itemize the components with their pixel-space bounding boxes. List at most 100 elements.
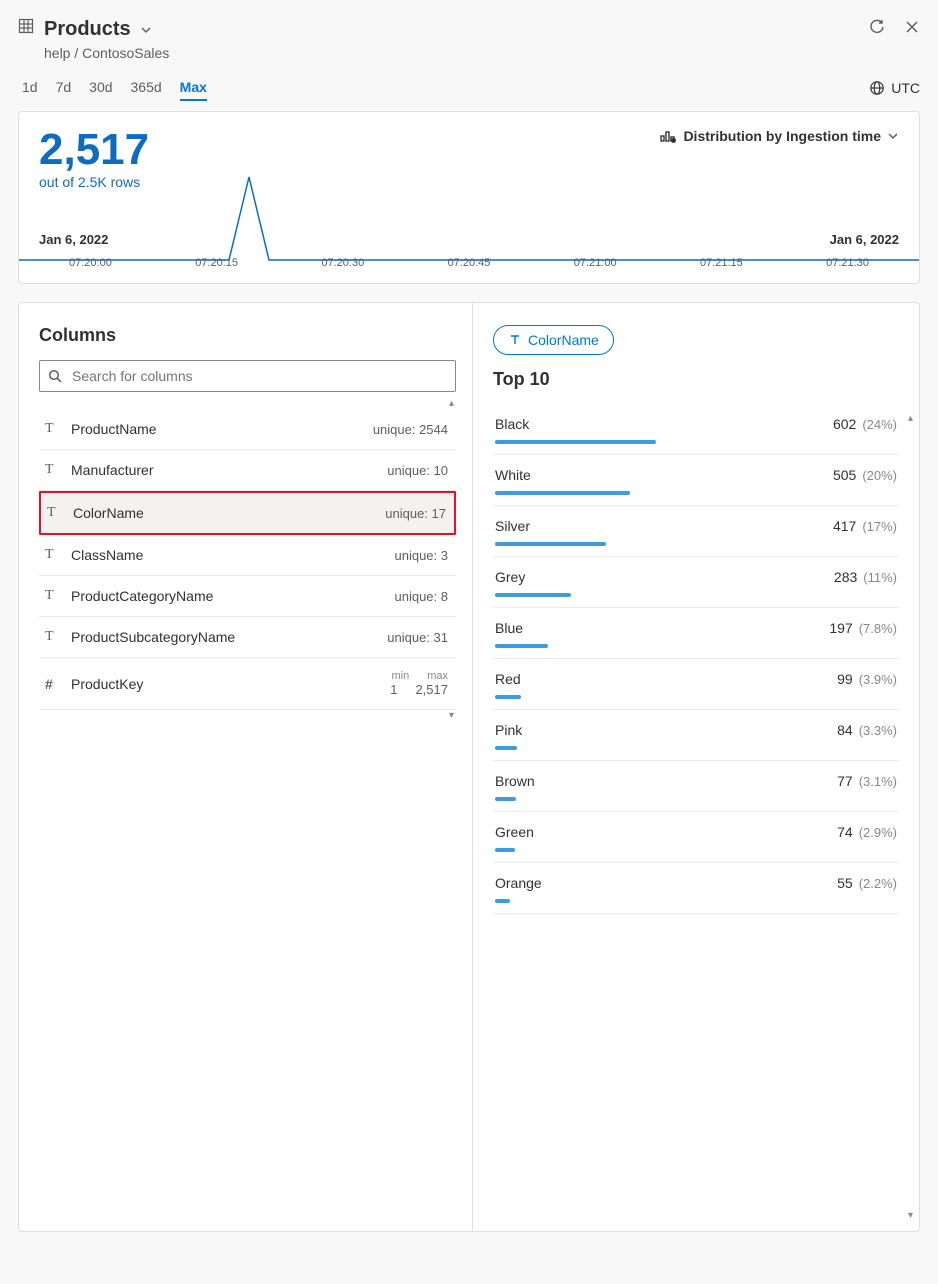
time-tab-max[interactable]: Max [180, 75, 207, 101]
bar-percent: (11%) [863, 570, 897, 585]
search-icon [48, 369, 62, 383]
number-type-icon: # [45, 676, 61, 692]
text-type-icon: T [45, 547, 61, 563]
bar-row: Brown77(3.1%) [493, 761, 899, 812]
column-row[interactable]: TManufacturerunique: 10 [39, 450, 456, 491]
date-end: Jan 6, 2022 [830, 232, 899, 247]
column-row[interactable]: TClassNameunique: 3 [39, 535, 456, 576]
bar-percent: (3.3%) [859, 723, 897, 738]
text-type-icon: T [45, 629, 61, 645]
axis-tick: 07:21:15 [700, 257, 743, 269]
bar-row: Pink84(3.3%) [493, 710, 899, 761]
column-row[interactable]: T ProductSubcategoryName unique: 31 [39, 617, 456, 658]
search-input[interactable] [39, 360, 456, 392]
text-type-icon: T [45, 462, 61, 478]
distribution-icon [659, 128, 677, 144]
bar-value: 77 [837, 773, 853, 789]
bar-percent: (24%) [862, 417, 897, 432]
bar-fill [495, 440, 656, 444]
top-title: Top 10 [493, 369, 899, 390]
bar-value: 55 [837, 875, 853, 891]
bar-percent: (2.9%) [859, 825, 897, 840]
time-range-tabs: 1d 7d 30d 365d Max [18, 75, 207, 101]
bar-fill [495, 797, 516, 801]
bar-label: Orange [495, 875, 542, 891]
column-meta: unique: 31 [387, 630, 448, 645]
columns-title: Columns [39, 325, 456, 346]
axis-tick: 07:20:30 [321, 257, 364, 269]
column-row[interactable]: T ProductName unique: 2544 [39, 409, 456, 450]
page-title: Products [44, 18, 131, 41]
bar-row: Green74(2.9%) [493, 812, 899, 863]
globe-icon [869, 80, 885, 96]
axis-tick: 07:21:30 [826, 257, 869, 269]
bar-label: White [495, 467, 531, 483]
bar-row: Blue197(7.8%) [493, 608, 899, 659]
bar-value: 74 [837, 824, 853, 840]
time-tab-365d[interactable]: 365d [131, 75, 162, 101]
bar-value: 602 [833, 416, 856, 432]
bar-label: Black [495, 416, 529, 432]
column-meta: unique: 2544 [373, 422, 448, 437]
bar-percent: (2.2%) [859, 876, 897, 891]
text-type-icon: T [45, 421, 61, 437]
row-count: 2,517 [39, 128, 149, 172]
column-name: ColorName [73, 505, 144, 521]
column-meta: unique: 8 [395, 589, 449, 604]
table-icon [18, 18, 34, 34]
chevron-down-icon[interactable] [139, 23, 153, 37]
close-icon[interactable] [904, 19, 920, 35]
axis-tick: 07:20:00 [69, 257, 112, 269]
column-meta: unique: 17 [385, 506, 446, 521]
bar-value: 84 [837, 722, 853, 738]
bar-value: 99 [837, 671, 853, 687]
top-values-list: Black602(24%)White505(20%)Silver417(17%)… [493, 404, 899, 914]
bar-row: White 505 (20%) [493, 455, 899, 506]
breadcrumb: help / ContosoSales [44, 45, 169, 61]
column-name: ProductKey [71, 676, 143, 692]
time-tab-1d[interactable]: 1d [22, 75, 38, 101]
bar-fill [495, 593, 571, 597]
time-axis: 07:20:00 07:20:15 07:20:30 07:20:45 07:21:00… [39, 257, 899, 269]
bar-fill [495, 644, 548, 648]
column-meta: minmax12,517 [390, 670, 448, 697]
distribution-dropdown[interactable]: Distribution by Ingestion time [659, 128, 899, 144]
bar-fill [495, 746, 517, 750]
time-tab-30d[interactable]: 30d [89, 75, 112, 101]
chip-label: ColorName [528, 332, 599, 348]
bar-value: 283 [834, 569, 857, 585]
bar-value: 505 [833, 467, 856, 483]
bar-label: Red [495, 671, 521, 687]
distribution-label: Distribution by Ingestion time [683, 128, 881, 144]
axis-tick: 07:21:00 [574, 257, 617, 269]
column-name: ProductName [71, 421, 157, 437]
selected-column-chip[interactable]: ColorName [493, 325, 614, 355]
column-list: T ProductName unique: 2544 TManufactureruni… [39, 409, 456, 710]
bar-fill [495, 542, 606, 546]
bar-label: Silver [495, 518, 530, 534]
bar-row: Orange 55 (2.2%) [493, 863, 899, 914]
text-type-icon: T [47, 505, 63, 521]
axis-tick: 07:20:15 [195, 257, 238, 269]
bar-label: Grey [495, 569, 525, 585]
bar-fill [495, 695, 521, 699]
column-row[interactable]: # ProductKey minmax12,517 [39, 658, 456, 710]
column-row[interactable]: TProductCategoryNameunique: 8 [39, 576, 456, 617]
bar-row: Black 602 (24%) [493, 404, 899, 455]
date-start: Jan 6, 2022 [39, 232, 108, 247]
column-name: ProductSubcategoryName [71, 629, 235, 645]
column-row[interactable]: T ColorName unique: 17 [39, 491, 456, 535]
bar-label: Blue [495, 620, 523, 636]
bar-percent: (17%) [862, 519, 897, 534]
bar-fill [495, 848, 515, 852]
bar-label: Brown [495, 773, 535, 789]
bar-percent: (20%) [862, 468, 897, 483]
time-tab-7d[interactable]: 7d [56, 75, 72, 101]
timezone-label: UTC [891, 80, 920, 96]
bar-row: Grey 283 (11%) [493, 557, 899, 608]
column-meta: unique: 3 [395, 548, 449, 563]
timezone-selector[interactable]: UTC [869, 80, 920, 96]
column-name: ProductCategoryName [71, 588, 213, 604]
axis-tick: 07:20:45 [448, 257, 491, 269]
refresh-icon[interactable] [868, 18, 886, 36]
